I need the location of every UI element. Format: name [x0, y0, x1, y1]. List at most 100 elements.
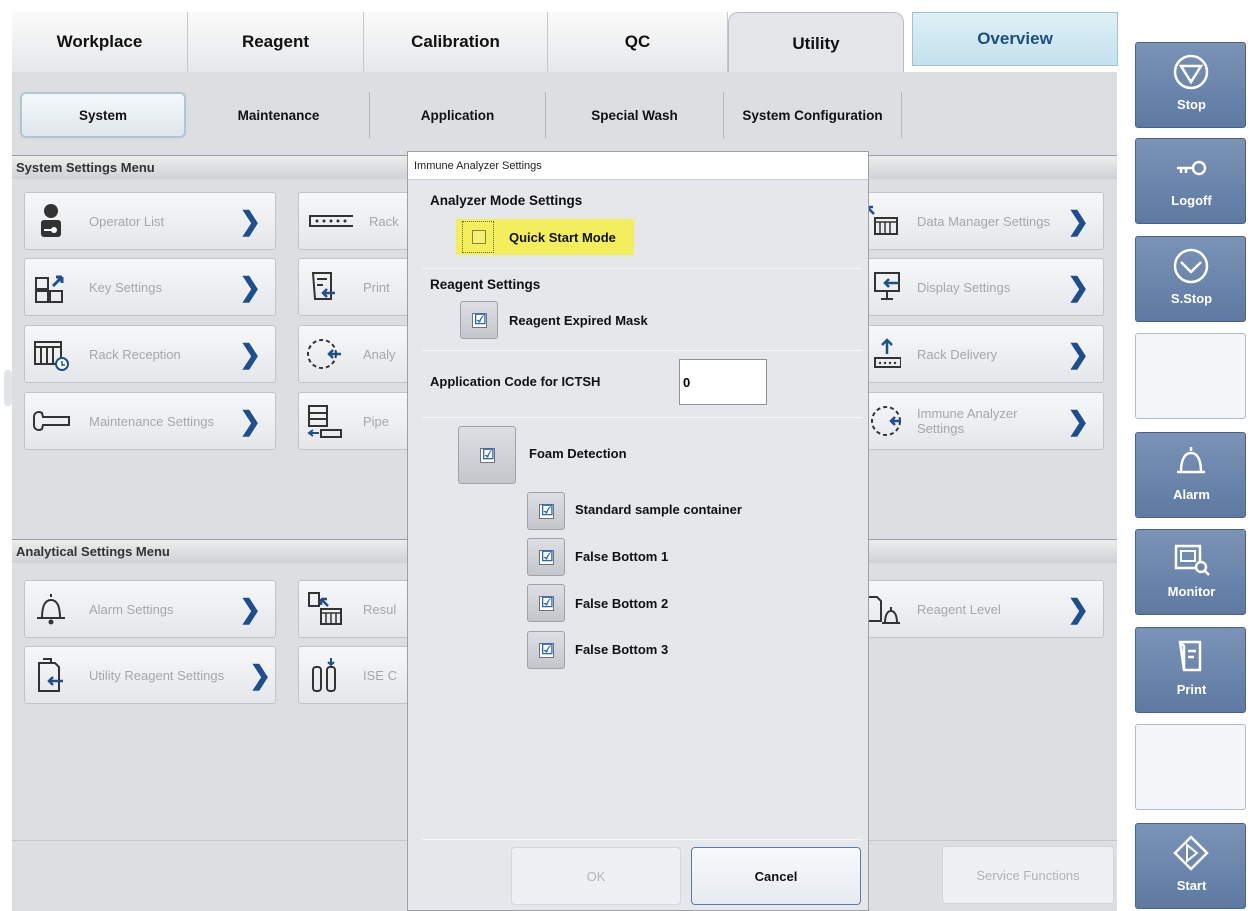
s-stop-button[interactable]: S.Stop — [1135, 236, 1246, 322]
cancel-button[interactable]: Cancel — [691, 847, 861, 905]
sub-tab-bar: System Maintenance Application Special W… — [12, 82, 1117, 144]
subtab-application[interactable]: Application — [370, 92, 546, 138]
sidebar-empty-slot — [1135, 333, 1246, 419]
subtab-system-configuration[interactable]: System Configuration — [724, 92, 902, 138]
print-label: Print — [1176, 682, 1207, 697]
pipe-label: Pipe — [363, 413, 390, 429]
chevron-right-icon: ❯ — [1067, 206, 1089, 236]
monitor-label: Monitor — [1167, 584, 1216, 599]
utility-reagent-settings-label: Utility Reagent Settings — [89, 667, 225, 683]
chevron-right-icon: ❯ — [1067, 339, 1089, 369]
logoff-label: Logoff — [1171, 193, 1212, 208]
chevron-right-icon: ❯ — [239, 206, 261, 236]
chevron-right-icon: ❯ — [239, 272, 261, 302]
alarm-button[interactable]: Alarm — [1135, 432, 1246, 518]
app-code-input[interactable] — [679, 359, 767, 405]
analyzer-mode-heading: Analyzer Mode Settings — [430, 193, 583, 208]
bell-icon — [37, 594, 65, 625]
standard-sample-container-checkbox[interactable]: ☑ — [527, 492, 565, 530]
app-code-label: Application Code for ICTSH — [430, 374, 601, 389]
ok-button[interactable]: OK — [511, 847, 681, 905]
chevron-right-icon: ❯ — [1067, 594, 1089, 624]
alarm-label: Alarm — [1173, 487, 1210, 502]
subtab-maintenance[interactable]: Maintenance — [188, 92, 370, 138]
checkmark-icon: ☑ — [541, 641, 554, 657]
checkmark-icon: ☑ — [541, 548, 554, 564]
subtab-special-wash[interactable]: Special Wash — [546, 92, 724, 138]
stop-icon — [1173, 54, 1209, 90]
reagent-expired-mask-label: Reagent Expired Mask — [509, 313, 648, 328]
logoff-button[interactable]: Logoff — [1135, 138, 1246, 224]
dialog-title: Immune Analyzer Settings — [408, 152, 868, 180]
tab-utility[interactable]: Utility — [728, 12, 904, 74]
print-settings-icon — [311, 272, 335, 300]
rack-label: Rack — [369, 213, 399, 229]
reagent-expired-mask-checkbox[interactable]: ☑ — [460, 301, 498, 339]
start-button[interactable]: Start — [1135, 823, 1246, 909]
data-manager-settings-label: Data Manager Settings — [917, 213, 1050, 229]
subtab-system[interactable]: System — [20, 92, 186, 138]
separator — [422, 350, 862, 351]
chevron-right-icon: ❯ — [249, 660, 271, 690]
rack-reception-button[interactable]: Rack Reception ❯ — [24, 325, 276, 383]
tab-qc[interactable]: QC — [548, 12, 728, 72]
key-settings-button[interactable]: Key Settings ❯ — [24, 258, 276, 316]
false-bottom-1-checkbox[interactable]: ☑ — [527, 538, 565, 576]
alarm-settings-button[interactable]: Alarm Settings ❯ — [24, 580, 276, 638]
stop-button[interactable]: Stop — [1135, 42, 1246, 128]
foam-detection-label: Foam Detection — [529, 446, 627, 461]
display-settings-button[interactable]: Display Settings ❯ — [852, 258, 1104, 316]
operator-list-label: Operator List — [89, 213, 165, 229]
maintenance-settings-button[interactable]: Maintenance Settings ❯ — [24, 392, 276, 450]
right-sidebar: Stop Logoff S.Stop Alarm Monitor Print S… — [1124, 0, 1257, 911]
checkmark-icon: ☑ — [541, 502, 554, 518]
false-bottom-3-checkbox[interactable]: ☑ — [527, 631, 565, 669]
service-functions-button[interactable]: Service Functions — [942, 846, 1114, 904]
monitor-button[interactable]: Monitor — [1135, 529, 1246, 615]
print-button[interactable]: Print — [1135, 627, 1246, 713]
rack-reception-label: Rack Reception — [89, 346, 181, 362]
reagent-level-label: Reagent Level — [917, 601, 1001, 617]
checkbox-box: ☑ — [539, 548, 554, 565]
checkbox-box: ☑ — [539, 641, 554, 658]
checkmark-icon: ☑ — [541, 594, 554, 610]
reagent-level-button[interactable]: Reagent Level ❯ — [852, 580, 1104, 638]
result-icon — [308, 592, 342, 625]
separator — [422, 268, 862, 269]
tab-overview[interactable]: Overview — [912, 12, 1118, 66]
analy-label: Analy — [363, 346, 396, 362]
quick-start-checkbox[interactable] — [462, 221, 494, 253]
rack-icon — [309, 215, 353, 227]
chevron-right-icon: ❯ — [239, 594, 261, 624]
checkbox-box: ☑ — [539, 594, 554, 611]
start-label: Start — [1176, 878, 1207, 893]
chevron-right-icon: ❯ — [1067, 406, 1089, 436]
tab-reagent[interactable]: Reagent — [188, 12, 364, 72]
false-bottom-3-label: False Bottom 3 — [575, 642, 669, 657]
operator-list-button[interactable]: Operator List ❯ — [24, 192, 276, 250]
checkbox-box: ☑ — [472, 311, 487, 328]
false-bottom-2-label: False Bottom 2 — [575, 596, 669, 611]
quick-start-mode-label: Quick Start Mode — [509, 230, 616, 245]
tab-calibration[interactable]: Calibration — [364, 12, 548, 72]
operator-icon — [41, 204, 61, 237]
false-bottom-2-checkbox[interactable]: ☑ — [527, 584, 565, 622]
tab-workplace[interactable]: Workplace — [12, 12, 188, 72]
rack-delivery-button[interactable]: Rack Delivery ❯ — [852, 325, 1104, 383]
chevron-right-icon: ❯ — [239, 339, 261, 369]
start-icon — [1173, 835, 1209, 871]
immune-analyzer-settings-button[interactable]: Immune Analyzer Settings ❯ — [852, 392, 1104, 450]
s-stop-label: S.Stop — [1170, 291, 1213, 306]
key-settings-label: Key Settings — [89, 279, 162, 295]
data-manager-settings-button[interactable]: Data Manager Settings ❯ — [852, 192, 1104, 250]
separator — [422, 417, 862, 418]
display-settings-label: Display Settings — [917, 279, 1011, 295]
immune-analyzer-label-line2: Settings — [917, 421, 964, 436]
reagent-settings-heading: Reagent Settings — [430, 277, 541, 292]
foam-detection-checkbox[interactable]: ☑ — [458, 426, 516, 484]
chevron-right-icon: ❯ — [1067, 272, 1089, 302]
checkmark-icon: ☑ — [482, 446, 495, 462]
utility-reagent-settings-button[interactable]: Utility Reagent Settings ❯ — [24, 646, 276, 704]
side-panel-handle[interactable] — [4, 370, 12, 406]
separator — [422, 839, 862, 840]
